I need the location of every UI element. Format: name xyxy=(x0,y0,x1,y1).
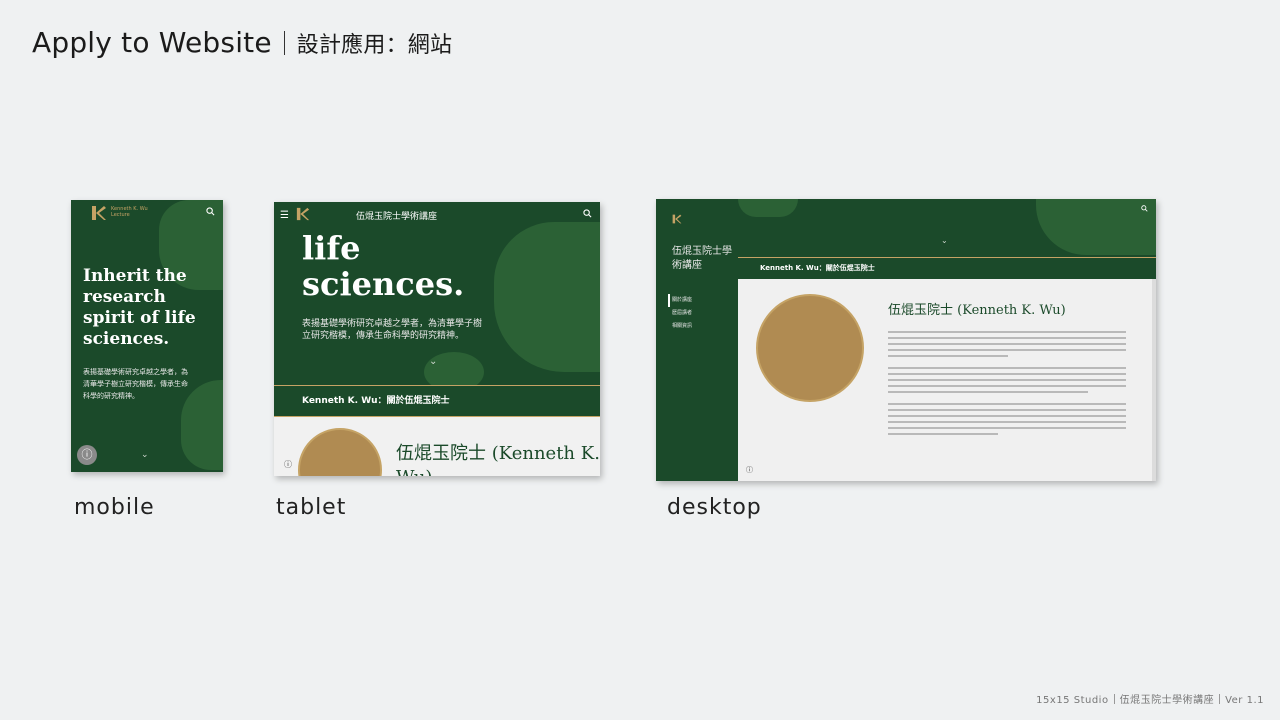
title-divider xyxy=(283,31,285,55)
sidebar xyxy=(656,199,738,481)
decorative-blob xyxy=(1036,199,1156,255)
label-mobile: mobile xyxy=(74,495,155,520)
sidebar-title: 伍焜玉院士學術講座 xyxy=(672,246,732,271)
search-icon[interactable] xyxy=(583,209,592,218)
footer: 15x15 Studio 伍焜玉院士學術講座 Ver 1.1 xyxy=(1036,691,1264,706)
info-icon[interactable]: ⓘ xyxy=(77,445,97,465)
menu-icon[interactable]: ☰ xyxy=(280,210,289,221)
search-icon[interactable] xyxy=(1141,205,1148,212)
sidebar-nav: 關於講座 歷屆講者 相關資訊 xyxy=(668,294,692,333)
mobile-mockup: Kenneth K. Wu Lecture Inherit the resear… xyxy=(71,200,223,472)
label-tablet: tablet xyxy=(276,495,347,520)
sidebar-item-info[interactable]: 相關資訊 xyxy=(672,320,692,333)
logo-icon xyxy=(296,207,310,221)
footer-project: 伍焜玉院士學術講座 xyxy=(1119,695,1215,706)
bio-text-block xyxy=(888,331,1128,439)
title-zh: 設計應用：網站 xyxy=(296,33,453,58)
person-name: 伍焜玉院士 (Kenneth K. Wu) xyxy=(396,443,600,476)
chevron-down-icon[interactable]: ⌄ xyxy=(941,236,948,245)
chevron-down-icon[interactable]: ⌄ xyxy=(429,356,437,367)
title-en: Apply to Website xyxy=(32,26,272,59)
logo-icon xyxy=(672,214,682,224)
person-name: 伍焜玉院士 (Kenneth K. Wu) xyxy=(888,303,1066,318)
portrait-image xyxy=(756,294,864,402)
section-band-title: Kenneth K. Wu：關於伍焜玉院士 xyxy=(302,396,450,406)
info-icon[interactable]: ⓘ xyxy=(746,465,753,475)
hero-subtitle: 表揚基礎學術研究卓越之學者，為清華學子樹立研究楷模，傳承生命科學的研究精神。 xyxy=(83,368,188,400)
sidebar-item-speakers[interactable]: 歷屆講者 xyxy=(672,307,692,320)
brand-name: Kenneth K. Wu Lecture xyxy=(111,206,148,218)
sidebar-item-about[interactable]: 關於講座 xyxy=(668,294,692,307)
hero-subtitle: 表揚基礎學術研究卓越之學者，為清華學子樹立研究楷模，傳承生命科學的研究精神。 xyxy=(302,319,483,341)
search-icon[interactable] xyxy=(206,207,215,216)
hero-heading: Inherit the research spirit of life scie… xyxy=(83,266,196,349)
chevron-down-icon[interactable]: ⌄ xyxy=(141,450,149,460)
footer-studio: 15x15 Studio xyxy=(1036,695,1109,706)
label-desktop: desktop xyxy=(667,495,762,520)
footer-version: Ver 1.1 xyxy=(1225,695,1264,706)
page-title: Apply to Website 設計應用：網站 xyxy=(32,26,452,59)
decorative-blob xyxy=(738,199,798,217)
hero-heading: life sciences. xyxy=(302,229,465,303)
logo-icon xyxy=(92,206,106,220)
info-icon[interactable]: ⓘ xyxy=(284,459,292,470)
tablet-mockup: ☰ 伍焜玉院士學術講座 life sciences. 表揚基礎學術研究卓越之學者… xyxy=(274,202,600,476)
desktop-mockup: 伍焜玉院士學術講座 關於講座 歷屆講者 相關資訊 ⌄ Kenneth K. Wu… xyxy=(656,199,1156,481)
nav-title[interactable]: 伍焜玉院士學術講座 xyxy=(356,209,437,222)
section-band-title: Kenneth K. Wu：關於伍焜玉院士 xyxy=(760,264,875,272)
decorative-blob xyxy=(494,222,600,372)
scrollbar[interactable] xyxy=(1152,279,1156,481)
